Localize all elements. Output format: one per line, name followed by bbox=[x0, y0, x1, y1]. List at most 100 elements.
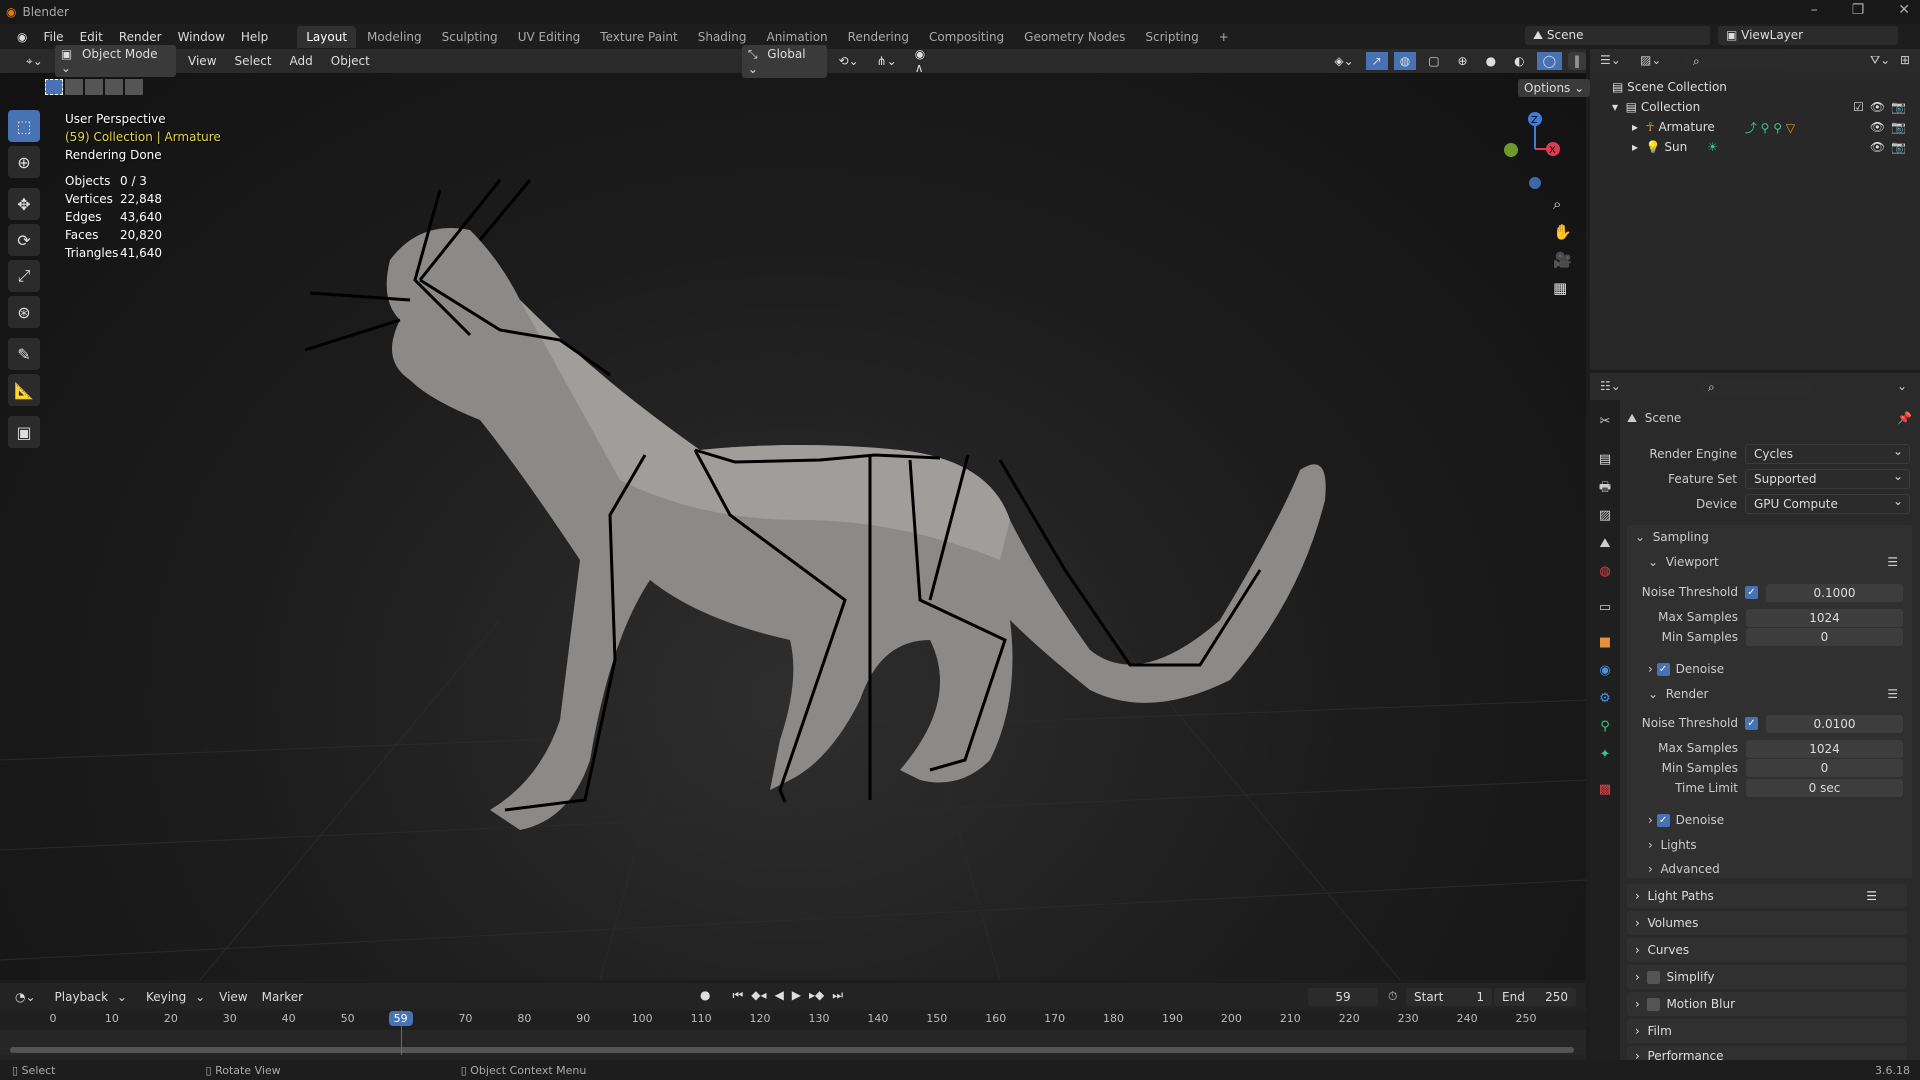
expand-icon[interactable]: ▸ bbox=[1632, 140, 1646, 154]
move-tool-icon[interactable]: ✥ bbox=[8, 188, 40, 220]
next-keyframe-icon[interactable]: ▸◆ bbox=[809, 988, 824, 1003]
curves-panel[interactable]: › Curves bbox=[1627, 938, 1907, 962]
menu-view[interactable]: View bbox=[182, 52, 222, 70]
time-limit-field[interactable]: 0 sec bbox=[1746, 779, 1903, 797]
viewport-noise-threshold-checkbox[interactable]: ✓ bbox=[1745, 586, 1758, 599]
select-box-tool-icon[interactable]: ⬚ bbox=[8, 110, 40, 142]
jump-start-icon[interactable]: ⏮ bbox=[732, 988, 743, 1003]
select-subtract-icon[interactable] bbox=[85, 79, 103, 95]
cursor-tool-icon[interactable]: ⊕ bbox=[8, 146, 40, 178]
menu-playback[interactable]: Playback ⌄ bbox=[45, 988, 132, 1006]
select-extend-icon[interactable] bbox=[65, 79, 83, 95]
device-dropdown[interactable]: GPU Compute bbox=[1745, 492, 1910, 514]
viewport-max-samples-field[interactable]: 1024 bbox=[1746, 609, 1903, 627]
render-max-samples-field[interactable]: 1024 bbox=[1746, 740, 1903, 758]
menu-help[interactable]: Help bbox=[234, 27, 275, 47]
render-denoise-checkbox[interactable]: ✓ bbox=[1656, 813, 1670, 827]
play-icon[interactable]: ▶ bbox=[792, 988, 801, 1003]
select-new-icon[interactable] bbox=[45, 79, 63, 95]
new-collection-icon[interactable]: ⊞ bbox=[1900, 53, 1910, 67]
tab-geometry-nodes[interactable]: Geometry Nodes bbox=[1015, 26, 1134, 48]
start-frame-field[interactable]: Start 1 bbox=[1406, 988, 1492, 1006]
play-reverse-icon[interactable]: ◀ bbox=[775, 988, 784, 1003]
pan-hand-icon[interactable]: ✋ bbox=[1553, 223, 1572, 241]
viewport-denoise-row[interactable]: › ✓ Denoise bbox=[1648, 659, 1724, 679]
options-dropdown[interactable]: Options ⌄ bbox=[1518, 79, 1591, 97]
shading-wireframe-icon[interactable]: ⊕ bbox=[1452, 52, 1474, 70]
editor-type-icon[interactable]: ⌖⌄ bbox=[20, 52, 49, 71]
close-icon[interactable]: ✕ bbox=[1898, 2, 1910, 18]
end-frame-field[interactable]: End 250 bbox=[1494, 988, 1576, 1006]
gizmo-toggle-icon[interactable]: ↗ bbox=[1365, 52, 1388, 70]
film-panel[interactable]: › Film bbox=[1627, 1019, 1907, 1043]
viewport-noise-threshold-field[interactable]: 0.1000 bbox=[1766, 584, 1903, 602]
render-denoise-row[interactable]: › ✓ Denoise bbox=[1648, 810, 1724, 830]
render-subpanel-header[interactable]: ⌄ Render ☰ bbox=[1648, 684, 1908, 704]
tab-texture-paint[interactable]: Texture Paint bbox=[591, 26, 686, 48]
current-frame-field[interactable]: 59 bbox=[1308, 988, 1378, 1006]
advanced-subpanel[interactable]: › Advanced bbox=[1648, 859, 1720, 879]
properties-editor-type-icon[interactable]: ☷⌄ bbox=[1600, 379, 1621, 393]
menu-add[interactable]: Add bbox=[284, 52, 319, 70]
shading-solid-icon[interactable]: ● bbox=[1480, 52, 1502, 70]
tab-rendering[interactable]: Rendering bbox=[839, 26, 918, 48]
visibility-toggles[interactable]: 👁📷 bbox=[1870, 120, 1912, 134]
performance-panel[interactable]: › Performance bbox=[1627, 1046, 1907, 1060]
simplify-panel[interactable]: › Simplify bbox=[1627, 965, 1907, 989]
xray-icon[interactable]: ▢ bbox=[1422, 52, 1445, 70]
outliner-filter-view-icon[interactable]: ▨⌄ bbox=[1640, 53, 1661, 67]
visibility-icon[interactable]: ◈⌄ bbox=[1328, 52, 1359, 70]
render-noise-threshold-field[interactable]: 0.0100 bbox=[1766, 715, 1903, 733]
proportional-edit-icon[interactable]: ◉ ∧ bbox=[909, 45, 943, 77]
shading-rendered-icon[interactable]: ◯ bbox=[1536, 52, 1562, 70]
outliner-collection[interactable]: ▾ ▤ Collection ☑👁📷 bbox=[1612, 97, 1912, 117]
add-workspace-button[interactable]: + bbox=[1210, 26, 1238, 48]
outliner-sun[interactable]: ▸ 💡 Sun ☀ 👁📷 bbox=[1632, 137, 1912, 157]
render-noise-threshold-checkbox[interactable]: ✓ bbox=[1745, 717, 1758, 730]
render-min-samples-field[interactable]: 0 bbox=[1746, 759, 1903, 777]
volumes-panel[interactable]: › Volumes bbox=[1627, 911, 1907, 935]
menu-file[interactable]: File bbox=[36, 27, 70, 47]
blender-menu-icon[interactable]: ◉ bbox=[10, 27, 34, 47]
menu-edit[interactable]: Edit bbox=[73, 27, 110, 47]
filter-icon[interactable]: ⛛⌄ bbox=[1870, 53, 1890, 68]
timeline-scrollbar[interactable] bbox=[10, 1047, 1574, 1053]
motion-blur-panel[interactable]: › Motion Blur bbox=[1627, 992, 1907, 1016]
motion-blur-checkbox[interactable] bbox=[1647, 998, 1661, 1011]
world-tab-icon[interactable]: ◍ bbox=[1597, 564, 1613, 580]
mode-dropdown[interactable]: ▣ Object Mode ⌄ bbox=[54, 45, 177, 77]
pin-icon[interactable]: 📌 bbox=[1897, 411, 1912, 425]
menu-render[interactable]: Render bbox=[112, 27, 169, 47]
prev-keyframe-icon[interactable]: ◆◂ bbox=[751, 988, 766, 1003]
light-paths-panel[interactable]: › Light Paths ☰ bbox=[1627, 884, 1907, 908]
properties-search-input[interactable]: ⌕ bbox=[1700, 378, 1810, 396]
navigation-gizmo[interactable]: Z X bbox=[1495, 105, 1565, 195]
lights-subpanel[interactable]: › Lights bbox=[1648, 835, 1697, 855]
properties-options-icon[interactable]: ⌄ bbox=[1897, 379, 1907, 393]
tab-scripting[interactable]: Scripting bbox=[1136, 26, 1207, 48]
transform-tool-icon[interactable]: ⊛ bbox=[8, 296, 40, 328]
select-intersect-icon[interactable] bbox=[125, 79, 143, 95]
scale-tool-icon[interactable]: ⤢ bbox=[8, 260, 40, 292]
outliner-search-input[interactable]: ⌕ bbox=[1685, 52, 1785, 70]
menu-marker[interactable]: Marker bbox=[257, 988, 308, 1006]
auto-keying-icon[interactable]: ● bbox=[700, 988, 710, 1003]
overlay-toggle-icon[interactable]: ◍ bbox=[1393, 52, 1417, 70]
expand-icon[interactable]: ▾ bbox=[1612, 100, 1626, 114]
camera-view-icon[interactable]: 🎥 bbox=[1553, 251, 1572, 269]
menu-keying[interactable]: Keying ⌄ bbox=[136, 988, 210, 1006]
outliner-display-mode-icon[interactable]: ☰⌄ bbox=[1600, 53, 1621, 67]
view-layer-selector[interactable]: ▣ ViewLayer bbox=[1718, 26, 1898, 45]
feature-set-dropdown[interactable]: Supported bbox=[1745, 467, 1910, 489]
orientation-dropdown[interactable]: ⤡ Global ⌄ bbox=[741, 44, 827, 78]
pause-render-icon[interactable]: ‖ bbox=[1568, 52, 1586, 70]
physics-tab-icon[interactable]: ◉ bbox=[1597, 663, 1613, 679]
expand-icon[interactable]: ▸ bbox=[1632, 120, 1646, 134]
stopwatch-icon[interactable]: ⏱ bbox=[1388, 989, 1397, 1004]
measure-tool-icon[interactable]: 📐 bbox=[8, 374, 40, 406]
menu-select[interactable]: Select bbox=[229, 52, 278, 70]
rotate-tool-icon[interactable]: ⟳ bbox=[8, 224, 40, 256]
select-invert-icon[interactable] bbox=[105, 79, 123, 95]
scene-tab-icon[interactable]: ⛰ bbox=[1597, 536, 1613, 552]
gizmo-y-axis[interactable] bbox=[1504, 143, 1518, 157]
